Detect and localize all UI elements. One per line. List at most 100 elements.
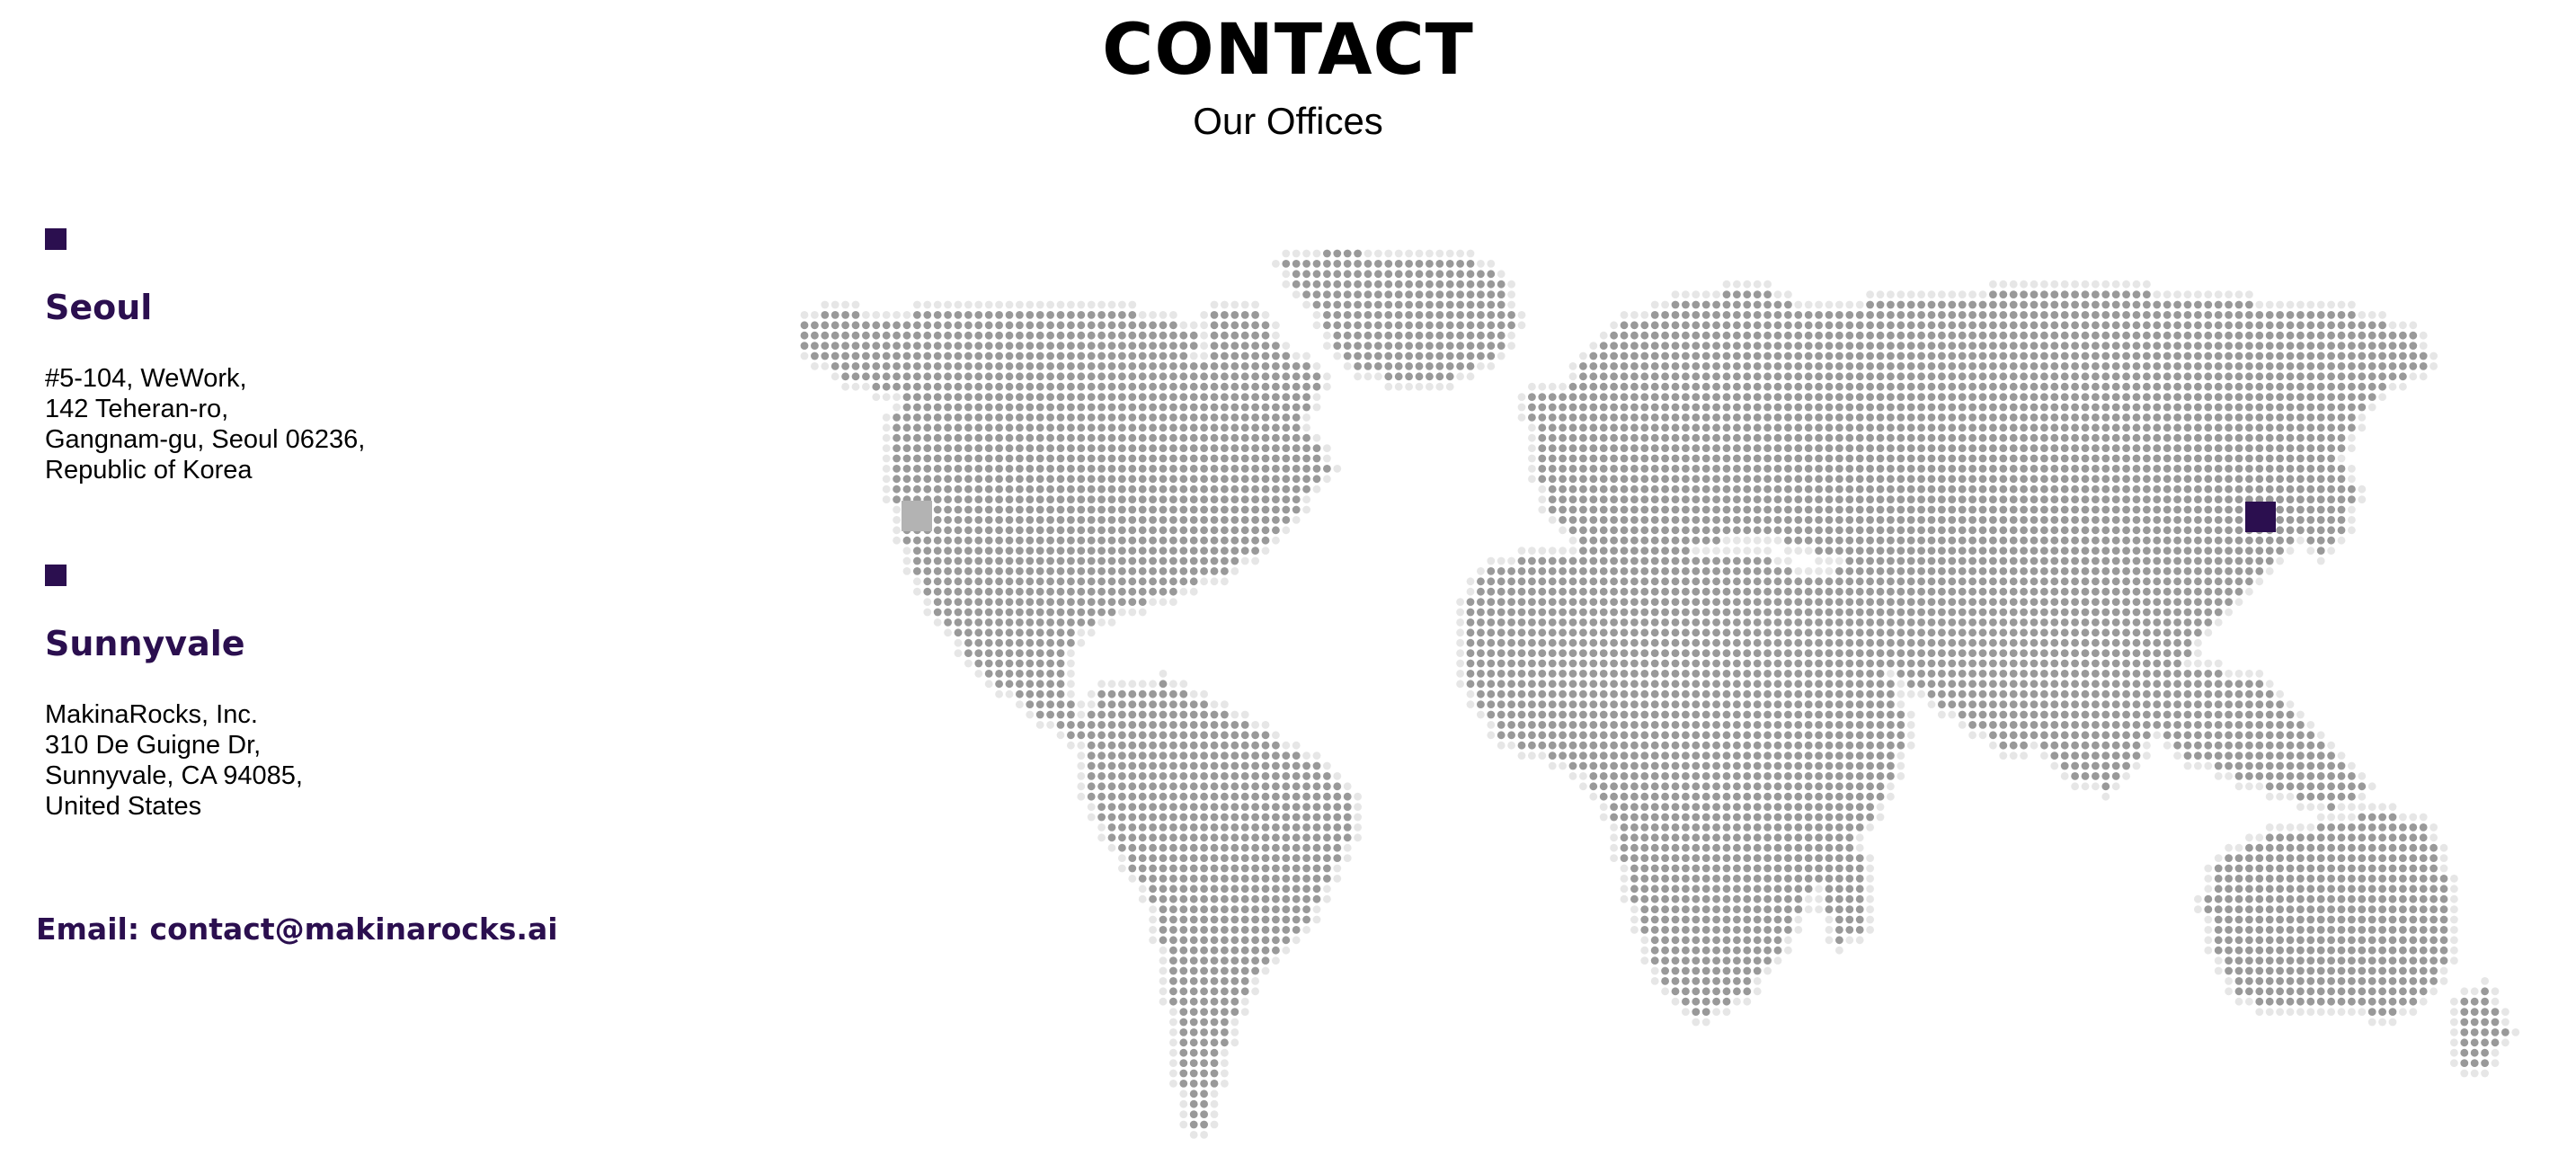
map-dot	[1712, 393, 1720, 401]
map-dot	[2316, 536, 2325, 545]
map-dot	[1978, 342, 1987, 350]
map-dot	[1200, 321, 1208, 330]
map-dot	[1118, 689, 1126, 698]
map-dot	[1067, 423, 1075, 432]
map-dot	[1661, 700, 1669, 708]
map-dot	[2337, 321, 2346, 330]
map-dot	[1559, 547, 1567, 555]
map-dot	[1958, 536, 1967, 545]
map-dot	[2183, 516, 2192, 524]
map-dot	[893, 393, 901, 401]
map-dot	[944, 618, 952, 627]
map-dot	[1559, 475, 1567, 484]
map-dot	[933, 516, 942, 524]
map-dot	[1866, 680, 1875, 689]
map-dot	[1630, 659, 1639, 668]
map-dot	[902, 485, 911, 494]
map-dot	[1292, 414, 1301, 422]
map-dot	[811, 331, 819, 340]
map-dot	[1538, 618, 1547, 627]
map-dot	[1630, 444, 1639, 452]
map-dot	[1804, 475, 1813, 484]
map-dot	[1906, 670, 1915, 678]
map-dot	[1128, 331, 1137, 340]
map-dot	[974, 628, 983, 637]
map-dot	[2071, 321, 2080, 330]
map-dot	[1230, 475, 1239, 484]
map-dot	[1077, 536, 1086, 545]
map-dot	[1896, 393, 1905, 401]
map-dot	[1712, 433, 1720, 442]
map-dot	[923, 495, 932, 503]
map-dot	[1763, 638, 1772, 647]
map-dot	[1610, 587, 1618, 596]
map-dot	[1927, 618, 1936, 627]
map-dot	[1620, 321, 1629, 330]
map-dot	[2358, 362, 2367, 370]
map-dot	[1896, 567, 1905, 575]
map-dot	[1876, 680, 1885, 689]
map-dot	[1272, 516, 1280, 524]
map-dot	[1999, 465, 2008, 473]
map-dot	[1948, 475, 1957, 484]
map-dot	[1692, 710, 1701, 719]
map-dot	[2163, 536, 2172, 545]
map-dot	[1292, 465, 1301, 473]
map-dot	[1743, 598, 1752, 606]
map-dot	[2163, 382, 2172, 391]
map-dot	[1210, 321, 1219, 330]
map-dot	[2245, 362, 2253, 370]
map-dot	[2234, 300, 2243, 309]
map-dot	[2071, 505, 2080, 514]
map-dot	[1579, 638, 1587, 647]
map-dot	[2111, 577, 2120, 586]
map-dot	[974, 454, 983, 463]
map-dot	[1035, 505, 1044, 514]
map-dot	[1497, 577, 1506, 586]
map-dot	[1948, 372, 1957, 381]
map-dot	[1159, 577, 1168, 586]
map-dot	[862, 342, 870, 350]
map-dot	[1026, 342, 1035, 350]
map-dot	[2245, 547, 2253, 555]
map-dot	[1568, 475, 1577, 484]
map-dot	[1159, 700, 1168, 708]
map-dot	[1784, 638, 1792, 647]
map-dot	[2050, 465, 2059, 473]
map-dot	[1763, 351, 1772, 360]
map-dot	[2143, 331, 2151, 340]
map-dot	[1056, 587, 1065, 596]
map-dot	[2071, 311, 2080, 319]
map-dot	[1701, 403, 1710, 412]
map-dot	[1107, 444, 1116, 452]
map-dot	[1733, 659, 1741, 668]
map-dot	[1046, 403, 1054, 412]
map-dot	[1825, 382, 1834, 391]
map-dot	[1825, 372, 1834, 381]
map-dot	[1855, 516, 1864, 524]
map-dot	[2419, 351, 2428, 360]
map-dot	[1559, 710, 1567, 719]
map-dot	[1138, 516, 1147, 524]
office-address: #5-104, WeWork, 142 Teheran-ro, Gangnam-…	[45, 363, 674, 485]
map-dot	[2040, 382, 2048, 391]
map-dot	[1179, 444, 1188, 452]
map-dot	[1261, 393, 1270, 401]
map-dot	[1927, 321, 1936, 330]
map-dot	[913, 587, 921, 596]
email-link[interactable]: contact@makinarocks.ai	[150, 912, 558, 947]
map-dot	[1978, 475, 1987, 484]
map-dot	[984, 670, 993, 678]
map-dot	[1650, 608, 1659, 617]
map-dot	[1887, 331, 1895, 340]
map-dot	[1989, 454, 1997, 463]
map-dot	[1845, 382, 1854, 391]
map-dot	[1221, 331, 1229, 340]
map-dot	[1640, 362, 1649, 370]
map-dot	[1661, 362, 1669, 370]
map-dot	[1712, 587, 1720, 596]
map-dot	[1559, 465, 1567, 473]
map-dot	[1097, 598, 1106, 606]
map-dot	[2101, 598, 2110, 606]
map-dot	[1149, 547, 1157, 555]
